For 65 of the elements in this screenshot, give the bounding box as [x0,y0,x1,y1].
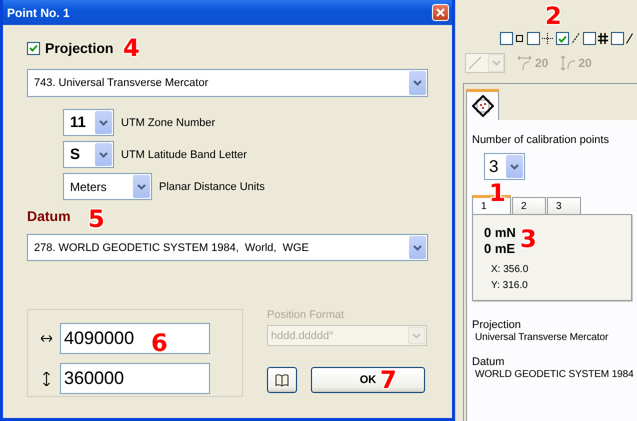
check-icon [29,44,38,52]
parameter-label: UTM Latitude Band Letter [121,148,247,160]
crosshair-icon [542,33,553,44]
checkbox[interactable] [583,32,596,45]
projection-checkbox[interactable] [27,42,40,54]
y-coordinate: Y: 316.0 [491,278,529,292]
book-icon [275,374,289,386]
check-icon [558,34,567,42]
easting-value: 0 mE [484,241,516,257]
horizontal-spacing-icon [517,55,533,71]
callout-number: 6 [151,331,168,355]
chevron-icon [99,120,108,126]
info-value: Universal Transverse Mercator [474,332,610,345]
vertical-arrow-icon [41,372,52,386]
dashed-line-icon [571,33,580,44]
position-format-label: Position Format [267,309,346,323]
spacing-value: 20 [578,56,592,70]
callout-number: 3 [520,227,537,251]
info-heading: Projection [472,319,522,332]
callout-number: 7 [380,368,397,392]
line-icon [466,54,484,72]
horizontal-arrow-icon [41,335,52,342]
datum-label: Datum [27,208,71,226]
grid-icon [598,33,608,44]
calibration-points-label: Number of calibration points [472,134,610,148]
chevron-icon [412,332,421,338]
parameter-dropdown[interactable]: S [63,141,114,168]
coordinate-field[interactable]: 360000 [60,363,210,394]
chevron-icon [413,80,422,86]
x-coordinate: X: 356.0 [491,262,530,276]
checkbox[interactable] [500,32,513,45]
window-title: Point No. 1 [7,6,70,20]
spacing-value: 20 [535,56,548,70]
book-button[interactable] [267,367,297,393]
line-icon [626,33,633,44]
chevron-icon [492,60,500,66]
square-icon [515,34,524,43]
parameter-label: UTM Zone Number [121,116,216,128]
parameter-label: Planar Distance Units [159,180,265,192]
info-value: WORLD GEODETIC SYSTEM 1984 [474,369,635,382]
calibration-points-dropdown[interactable]: 3 [484,153,525,180]
point-tab[interactable]: 2 [512,197,546,214]
callout-number: 2 [545,4,562,28]
datum-dropdown[interactable]: 278. WORLD GEODETIC SYSTEM 1984, World, WGE [27,234,428,261]
calibration-tab[interactable] [466,89,499,120]
info-heading: Datum [472,356,506,369]
close-icon [436,8,445,17]
point-tab[interactable]: 3 [547,197,581,214]
projection-dropdown[interactable]: 743. Universal Transverse Mercator [27,69,428,97]
callout-number: 5 [88,207,105,231]
callout-number: 4 [123,36,140,60]
projection-label: Projection [45,40,114,56]
vertical-spacing-icon [560,55,576,71]
parameter-dropdown[interactable]: 11 [63,109,114,136]
calibration-icon [472,95,494,117]
chevron-icon [137,184,146,190]
parameter-dropdown[interactable]: Meters [63,173,152,200]
close-button[interactable] [432,4,449,21]
checkbox[interactable] [611,32,624,45]
chevron-icon [413,244,422,250]
northing-value: 0 mN [484,225,516,241]
checkbox[interactable] [556,32,569,45]
checkbox[interactable] [527,32,540,45]
chevron-icon [99,152,108,158]
chevron-icon [510,164,519,170]
